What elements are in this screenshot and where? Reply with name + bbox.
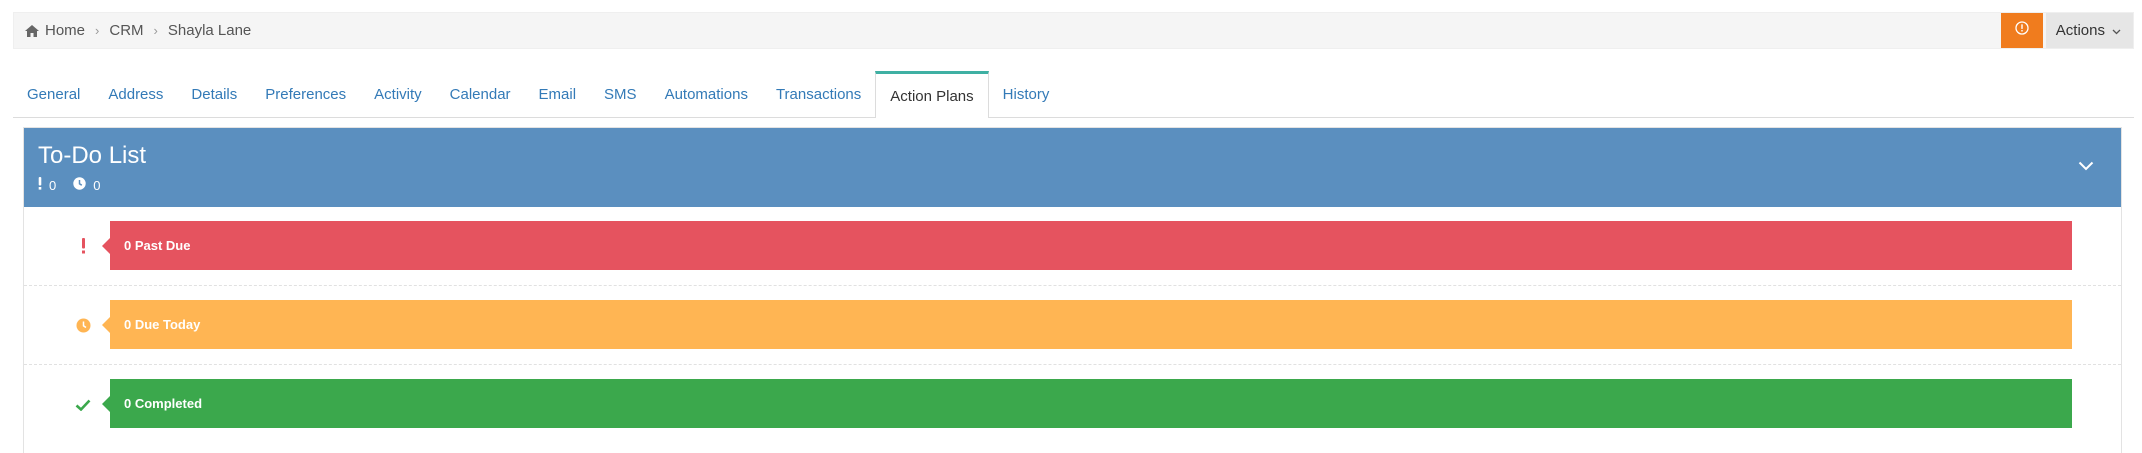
completed-row: 0 Completed: [24, 365, 2121, 444]
todo-panel: To-Do List 0 0 0 Past Due 0 Due Today 0 …: [23, 127, 2122, 453]
breadcrumb-current: Shayla Lane: [167, 22, 252, 39]
home-icon: [24, 24, 40, 38]
tab-automations[interactable]: Automations: [651, 72, 762, 117]
tab-sms[interactable]: SMS: [590, 72, 651, 117]
chevron-down-icon: [2078, 158, 2094, 176]
chevron-down-icon: [2105, 22, 2121, 39]
breadcrumb-home[interactable]: Home: [24, 22, 85, 39]
tab-activity[interactable]: Activity: [360, 72, 436, 117]
actions-label: Actions: [2055, 22, 2105, 39]
tab-details[interactable]: Details: [177, 72, 251, 117]
top-bar: Home › CRM › Shayla Lane Actions: [13, 12, 2134, 49]
due-today-row: 0 Due Today: [24, 286, 2121, 365]
alert-button[interactable]: [2000, 13, 2043, 48]
todo-counts: 0 0: [38, 177, 117, 193]
exclamation-icon: [72, 207, 94, 285]
past-due-bar[interactable]: 0 Past Due: [102, 221, 2072, 270]
tab-email[interactable]: Email: [525, 72, 591, 117]
past-due-label: 0 Past Due: [124, 238, 191, 253]
tab-bar: General Address Details Preferences Acti…: [13, 71, 2134, 118]
chevron-right-icon: ›: [153, 23, 158, 38]
past-due-count: 0: [38, 177, 56, 193]
clock-icon: [73, 177, 93, 193]
topbar-actions: Actions: [2000, 13, 2133, 48]
past-due-row: 0 Past Due: [24, 207, 2121, 286]
breadcrumb-home-label: Home: [45, 22, 86, 39]
actions-dropdown-button[interactable]: Actions: [2045, 13, 2133, 48]
tab-general[interactable]: General: [13, 72, 94, 117]
tab-history[interactable]: History: [989, 72, 1064, 117]
todo-panel-header: To-Do List 0 0: [24, 128, 2121, 207]
tab-preferences[interactable]: Preferences: [251, 72, 360, 117]
due-today-count: 0: [73, 177, 100, 193]
due-today-label: 0 Due Today: [124, 317, 201, 332]
breadcrumb-crm[interactable]: CRM: [109, 22, 143, 39]
tab-address[interactable]: Address: [94, 72, 177, 117]
tab-action-plans[interactable]: Action Plans: [875, 71, 989, 118]
past-due-count-value: 0: [49, 177, 57, 193]
collapse-button[interactable]: [2075, 156, 2097, 178]
todo-title: To-Do List: [38, 142, 147, 169]
due-today-count-value: 0: [93, 177, 101, 193]
check-icon: [72, 365, 94, 444]
due-today-bar[interactable]: 0 Due Today: [102, 300, 2072, 349]
chevron-right-icon: ›: [95, 23, 100, 38]
clock-icon: [72, 286, 94, 364]
info-circle-icon: [2015, 21, 2029, 40]
tab-transactions[interactable]: Transactions: [762, 72, 875, 117]
tab-calendar[interactable]: Calendar: [436, 72, 525, 117]
breadcrumb: Home › CRM › Shayla Lane: [14, 22, 251, 39]
completed-bar[interactable]: 0 Completed: [102, 379, 2072, 428]
exclamation-icon: [38, 177, 49, 193]
completed-label: 0 Completed: [124, 396, 203, 411]
